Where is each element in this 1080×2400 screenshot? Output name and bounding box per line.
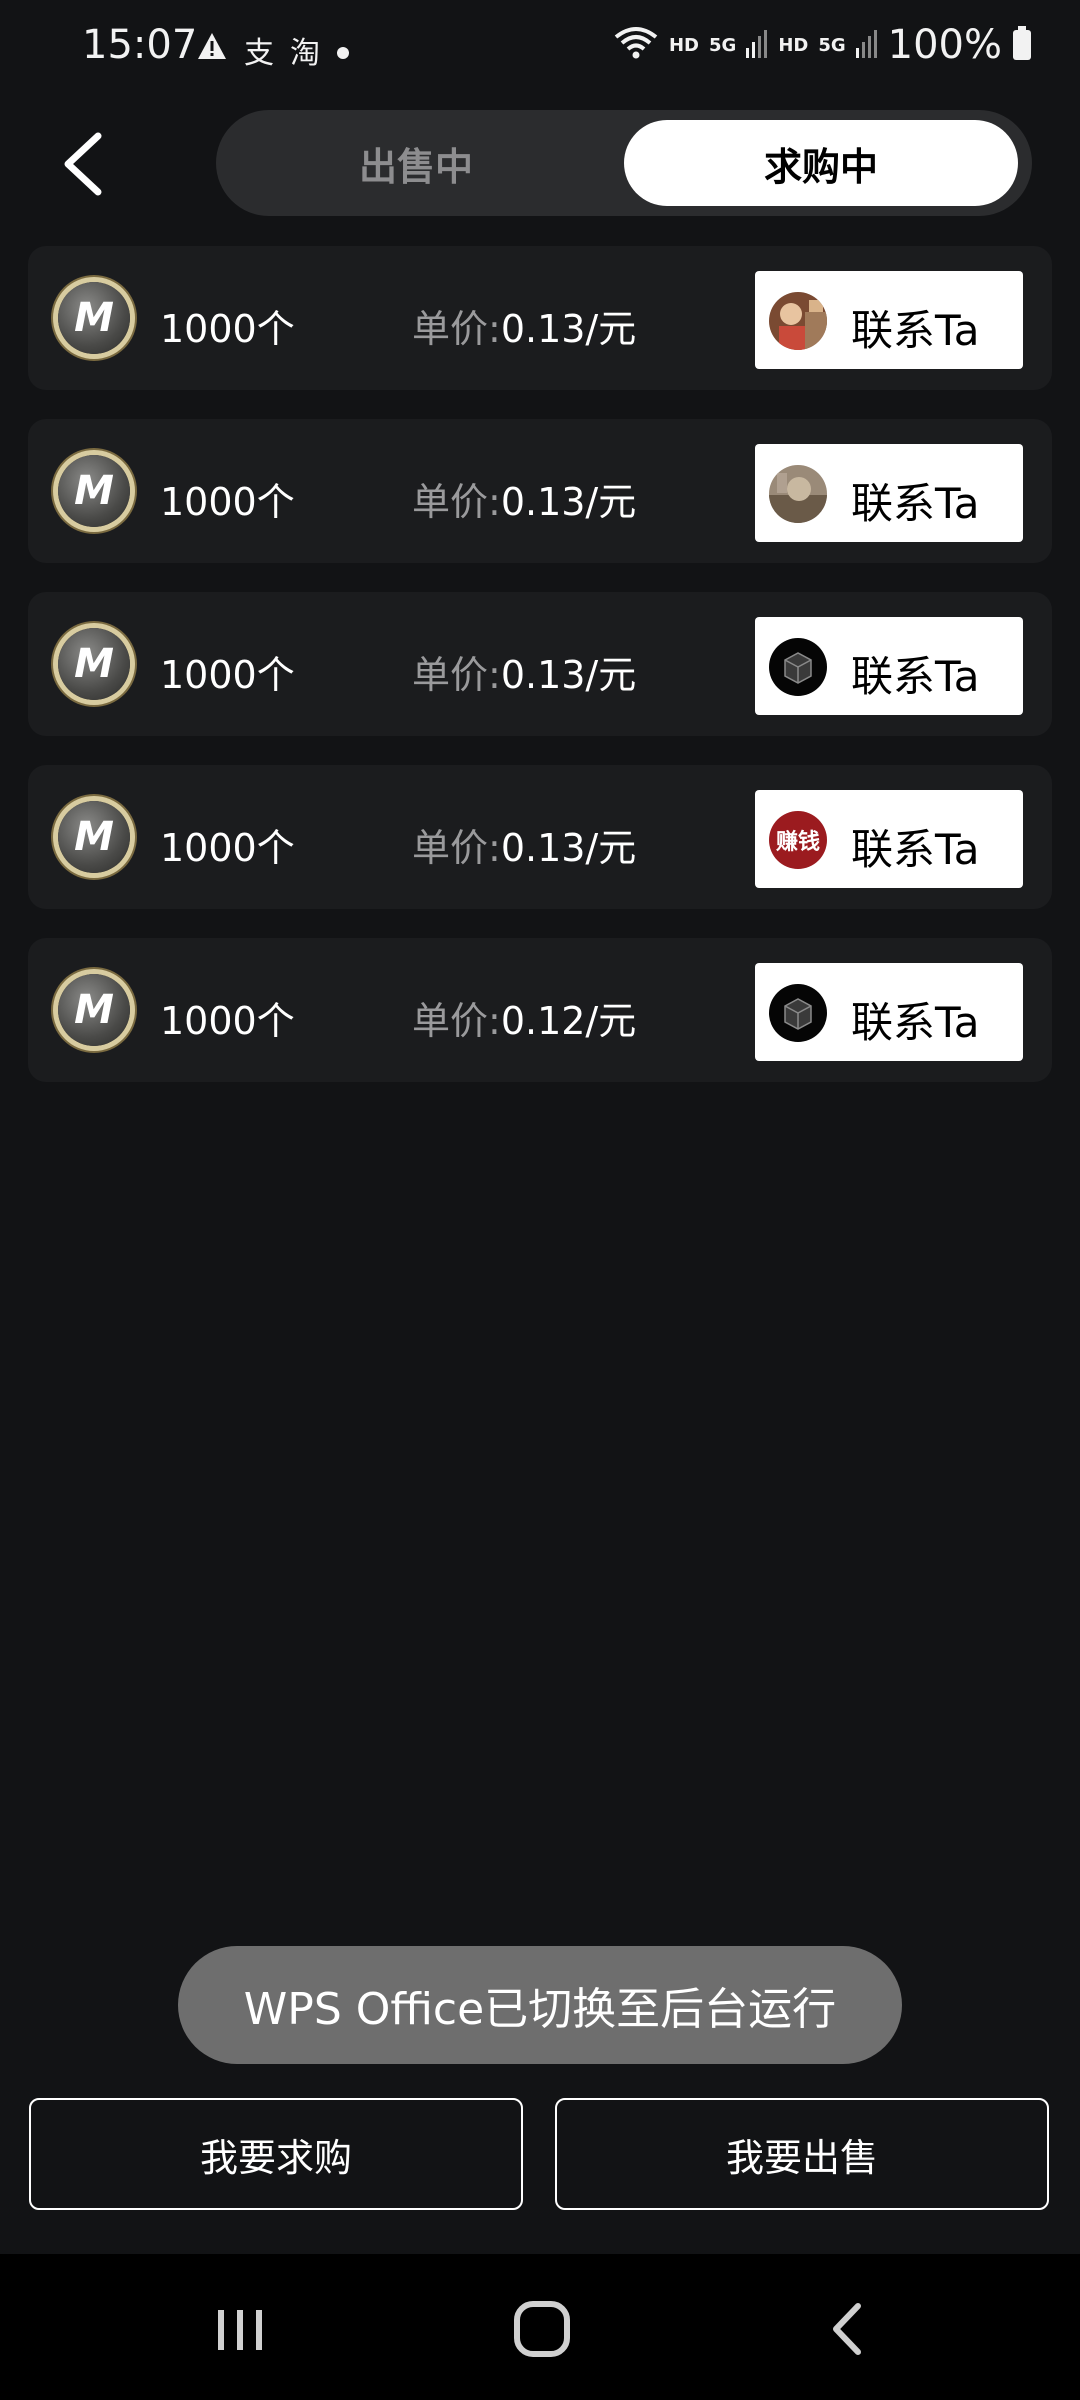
tab-switcher: 出售中 求购中: [216, 110, 1032, 216]
want-to-buy-button[interactable]: 我要求购: [29, 2098, 523, 2210]
recent-apps-button[interactable]: [200, 2294, 280, 2364]
quantity-text: 1000个: [160, 826, 295, 870]
listing-list: M 1000个 单价:0.13/元 联系Ta M 1000个 单价:0.13/元…: [28, 246, 1052, 1111]
status-bar: 15:07 支 淘 HD 5G HD 5G 100%: [0, 0, 1080, 100]
price-label: 单价:: [412, 480, 501, 524]
unit-price: 单价:0.13/元: [412, 471, 636, 526]
toast-message: WPS Office已切换至后台运行: [178, 1946, 902, 2064]
status-left-icons: 支 淘: [196, 28, 350, 72]
tab-selling[interactable]: 出售中: [216, 120, 616, 206]
unit-price: 单价:0.13/元: [412, 298, 636, 353]
dot-icon: [336, 33, 350, 68]
nav-back-button[interactable]: [806, 2294, 886, 2364]
contact-label: 联系Ta: [851, 998, 980, 1047]
5g-label-1: 5G: [709, 34, 737, 56]
battery-icon: [1012, 26, 1032, 64]
contact-label: 联系Ta: [851, 652, 980, 701]
warning-icon: [196, 31, 228, 69]
contact-button[interactable]: 联系Ta: [755, 963, 1023, 1061]
price-value: 0.13/元: [500, 307, 637, 351]
hd-label-2: HD: [778, 34, 809, 56]
coin-icon: M: [58, 801, 130, 873]
price-value: 0.13/元: [500, 826, 637, 870]
hd-label-1: HD: [668, 34, 699, 56]
5g-label-2: 5G: [818, 34, 846, 56]
taobao-icon: 淘: [290, 36, 320, 71]
avatar-text: 赚钱: [775, 830, 820, 855]
contact-button[interactable]: 联系Ta: [755, 271, 1023, 369]
back-button[interactable]: [54, 126, 118, 202]
wifi-icon: [613, 25, 659, 65]
price-label: 单价:: [412, 653, 501, 697]
unit-price: 单价:0.13/元: [412, 817, 636, 872]
status-time: 15:07: [82, 22, 198, 68]
status-right-icons: HD 5G HD 5G 100%: [613, 22, 1032, 68]
coin-icon: M: [58, 628, 130, 700]
list-item: M 1000个 单价:0.12/元 联系Ta: [28, 938, 1052, 1082]
home-button[interactable]: [502, 2294, 582, 2364]
want-to-sell-button[interactable]: 我要出售: [555, 2098, 1049, 2210]
list-item: M 1000个 单价:0.13/元 联系Ta: [28, 419, 1052, 563]
coin-icon: M: [58, 282, 130, 354]
system-nav-bar: [0, 2254, 1080, 2400]
avatar: [769, 984, 827, 1042]
coin-icon: M: [58, 455, 130, 527]
list-item: M 1000个 单价:0.13/元 联系Ta: [28, 246, 1052, 390]
battery-percent: 100%: [887, 22, 1002, 68]
chevron-left-icon: [64, 132, 102, 196]
list-item: M 1000个 单价:0.13/元 联系Ta: [28, 592, 1052, 736]
avatar: 赚钱: [769, 811, 827, 869]
price-label: 单价:: [412, 999, 501, 1043]
avatar: [769, 638, 827, 696]
recent-apps-icon: [218, 2310, 262, 2350]
contact-label: 联系Ta: [851, 306, 980, 355]
signal-icon-1: [746, 28, 768, 62]
contact-button[interactable]: 联系Ta: [755, 617, 1023, 715]
price-label: 单价:: [412, 826, 501, 870]
price-value: 0.13/元: [500, 480, 637, 524]
price-value: 0.12/元: [500, 999, 637, 1043]
quantity-text: 1000个: [160, 999, 295, 1043]
contact-button[interactable]: 赚钱 联系Ta: [755, 790, 1023, 888]
contact-button[interactable]: 联系Ta: [755, 444, 1023, 542]
price-label: 单价:: [412, 307, 501, 351]
quantity-text: 1000个: [160, 480, 295, 524]
contact-label: 联系Ta: [851, 479, 980, 528]
tab-buying[interactable]: 求购中: [624, 120, 1018, 206]
contact-label: 联系Ta: [851, 825, 980, 874]
price-value: 0.13/元: [500, 653, 637, 697]
signal-icon-2: [855, 28, 878, 62]
back-icon: [833, 2303, 861, 2355]
avatar: [769, 292, 827, 350]
quantity-text: 1000个: [160, 653, 295, 697]
coin-icon: M: [58, 974, 130, 1046]
home-icon: [514, 2301, 570, 2357]
quantity-text: 1000个: [160, 307, 295, 351]
alipay-icon: 支: [244, 36, 274, 71]
avatar: [769, 465, 827, 523]
unit-price: 单价:0.13/元: [412, 644, 636, 699]
unit-price: 单价:0.12/元: [412, 990, 636, 1045]
list-item: M 1000个 单价:0.13/元 赚钱 联系Ta: [28, 765, 1052, 909]
